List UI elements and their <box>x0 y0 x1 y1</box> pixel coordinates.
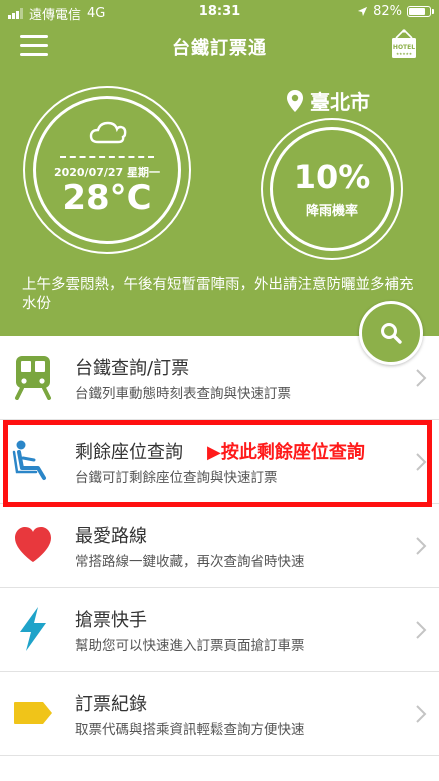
rain-probability: 10% <box>293 158 371 196</box>
feature-menu-list: 台鐵查詢/訂票 台鐵列車動態時刻表查詢與快速訂票 剩餘座位查詢 ▶按此剩餘座位查… <box>0 336 439 756</box>
status-bar: 遠傳電信 4G 18:31 82% <box>0 0 439 24</box>
tap-here-annotation: ▶按此剩餘座位查詢 <box>207 442 365 463</box>
weather-divider <box>60 156 154 158</box>
battery-icon <box>407 6 434 17</box>
train-icon <box>15 356 51 400</box>
menu-item-title: 台鐵查詢/訂票 <box>75 358 190 379</box>
menu-item-subtitle: 台鐵列車動態時刻表查詢與快速訂票 <box>75 386 291 402</box>
navbar: 台鐵訂票通 HOTEL ★★★★★ <box>0 26 439 66</box>
search-icon <box>381 323 402 344</box>
app-title: 台鐵訂票通 <box>172 38 267 59</box>
hotel-sign-icon[interactable]: HOTEL ★★★★★ <box>389 29 419 61</box>
city-name: 臺北市 <box>310 90 370 114</box>
rain-probability-label: 降雨機率 <box>305 204 358 219</box>
svg-text:★★★★★: ★★★★★ <box>396 52 412 56</box>
menu-item-title: 訂票紀錄 <box>75 694 147 715</box>
menu-item-subtitle: 幫助您可以快速進入訂票頁面搶訂車票 <box>75 638 305 654</box>
chevron-right-icon <box>416 705 427 723</box>
location-label[interactable]: 臺北市 <box>286 86 370 115</box>
battery-percent: 82% <box>373 4 402 19</box>
menu-item-title: 最愛路線 <box>75 526 147 547</box>
menu-item-title: 剩餘座位查詢 <box>75 442 183 463</box>
location-arrow-icon <box>358 6 368 17</box>
menu-item-subtitle: 台鐵可訂剩餘座位查詢與快速訂票 <box>75 470 278 486</box>
menu-item-title: 搶票快手 <box>75 610 147 631</box>
weather-temperature: 28°C <box>62 178 152 218</box>
chevron-right-icon <box>416 369 427 387</box>
menu-item-favorite-routes[interactable]: 最愛路線 常搭路線一鍵收藏，再次查詢省時快速 <box>0 504 439 588</box>
hotel-sign-text: HOTEL <box>393 44 415 51</box>
menu-item-quick-ticket[interactable]: 搶票快手 幫助您可以快速進入訂票頁面搶訂車票 <box>0 588 439 672</box>
heart-icon <box>15 527 51 562</box>
chevron-right-icon <box>416 537 427 555</box>
seat-icon <box>12 440 46 480</box>
menu-item-remaining-seats[interactable]: 剩餘座位查詢 ▶按此剩餘座位查詢 台鐵可訂剩餘座位查詢與快速訂票 <box>0 420 439 504</box>
map-pin-icon <box>287 89 303 112</box>
menu-item-subtitle: 取票代碼與搭乘資訊輕鬆查詢方便快速 <box>75 722 305 738</box>
header-panel: 遠傳電信 4G 18:31 82% 台鐵訂票通 HOTEL ★★★★★ 2020… <box>0 0 439 336</box>
chevron-right-icon <box>416 453 427 471</box>
app-screen: 遠傳電信 4G 18:31 82% 台鐵訂票通 HOTEL ★★★★★ 2020… <box>0 0 439 781</box>
cloud-icon <box>89 121 127 144</box>
menu-item-booking-records[interactable]: 訂票紀錄 取票代碼與搭乘資訊輕鬆查詢方便快速 <box>0 672 439 756</box>
menu-item-subtitle: 常搭路線一鍵收藏，再次查詢省時快速 <box>75 554 305 570</box>
tag-icon <box>14 702 52 724</box>
weather-forecast-text: 上午多雲悶熱，午後有短暫雷陣雨，外出請注意防曬並多補充水份 <box>22 277 414 312</box>
chevron-right-icon <box>416 621 427 639</box>
search-button[interactable] <box>359 301 423 365</box>
lightning-icon <box>20 607 46 651</box>
